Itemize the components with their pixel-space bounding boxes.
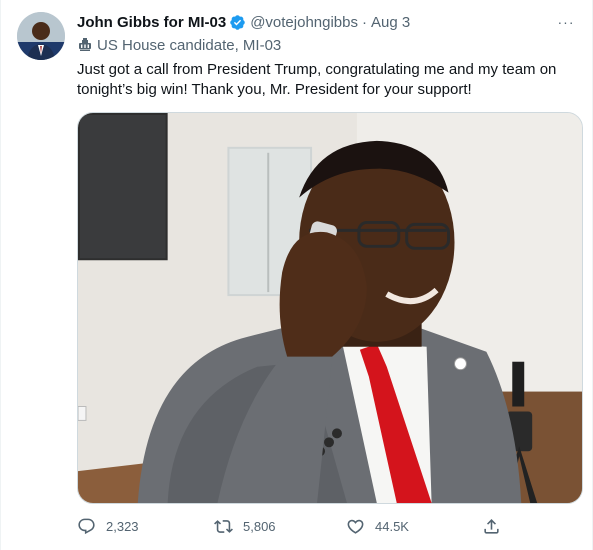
photo-image: [78, 113, 582, 503]
government-building-icon: [79, 38, 91, 51]
retweet-button[interactable]: 5,806: [214, 514, 276, 538]
tweet-card[interactable]: John Gibbs for MI-03 @votejohngibbs · Au…: [0, 0, 593, 550]
tweet-date[interactable]: Aug 3: [371, 14, 410, 31]
share-icon: [484, 518, 499, 534]
tweet-text: Just got a call from President Trump, co…: [77, 61, 557, 98]
retweet-count: 5,806: [243, 518, 276, 534]
tweet-header: John Gibbs for MI-03 @votejohngibbs · Au…: [77, 12, 580, 32]
account-label-text: US House candidate, MI-03: [97, 36, 282, 54]
retweet-icon: [214, 519, 233, 533]
verified-badge-icon: [229, 14, 246, 31]
share-button[interactable]: [482, 514, 511, 538]
author-name[interactable]: John Gibbs for MI-03: [77, 14, 226, 31]
like-count: 44.5K: [375, 518, 409, 534]
reply-icon: [78, 518, 95, 534]
separator-dot: ·: [362, 13, 367, 31]
like-button[interactable]: 44.5K: [346, 514, 409, 538]
avatar[interactable]: [17, 12, 65, 60]
reply-button[interactable]: 2,323: [77, 514, 139, 538]
account-label: US House candidate, MI-03: [77, 35, 281, 55]
more-options-icon[interactable]: ···: [556, 12, 576, 32]
author-handle[interactable]: @votejohngibbs: [250, 14, 358, 31]
reply-count: 2,323: [106, 518, 139, 534]
heart-icon: [347, 519, 364, 534]
avatar-image: [17, 12, 65, 60]
tweet-actions: 2,323 5,806 44.5K: [77, 514, 507, 538]
tweet-photo[interactable]: [77, 112, 583, 504]
